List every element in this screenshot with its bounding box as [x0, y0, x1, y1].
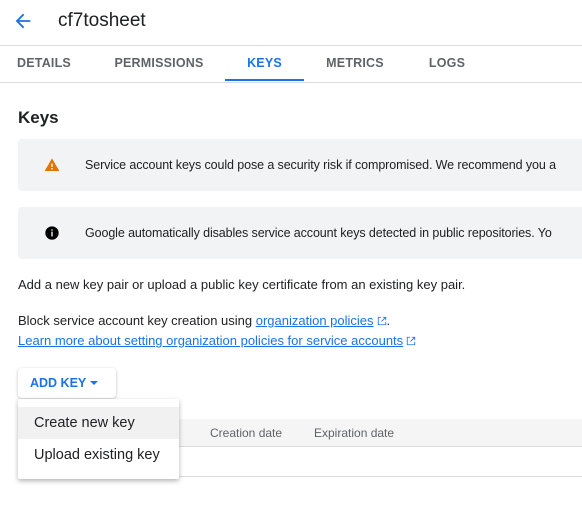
organization-policies-link[interactable]: organization policies	[256, 313, 374, 328]
tab-logs[interactable]: LOGS	[415, 46, 479, 81]
tab-keys[interactable]: KEYS	[225, 46, 304, 81]
policy-prefix: Block service account key creation using	[18, 313, 256, 328]
menu-item-create-new-key[interactable]: Create new key	[18, 407, 179, 439]
tab-bar: DETAILS PERMISSIONS KEYS METRICS LOGS	[0, 46, 582, 83]
menu-item-upload-existing-key[interactable]: Upload existing key	[18, 439, 179, 471]
arrow-back-icon[interactable]	[12, 10, 34, 32]
add-key-button[interactable]: ADD KEY	[18, 368, 116, 398]
tab-permissions[interactable]: PERMISSIONS	[100, 46, 218, 81]
learn-more-row: Learn more about setting organization po…	[18, 333, 416, 348]
info-icon	[45, 226, 59, 240]
caret-down-icon	[90, 381, 98, 385]
external-link-icon	[377, 316, 386, 326]
warning-text: Service account keys could pose a securi…	[85, 158, 556, 172]
policy-text: Block service account key creation using…	[18, 313, 390, 328]
header: cf7tosheet	[0, 0, 582, 46]
info-text: Google automatically disables service ac…	[85, 226, 552, 240]
column-expiration-date[interactable]: Expiration date	[314, 426, 394, 440]
page-title: cf7tosheet	[58, 10, 146, 31]
section-title: Keys	[18, 108, 59, 127]
tab-details[interactable]: DETAILS	[0, 46, 88, 81]
policy-suffix: .	[386, 313, 391, 328]
add-key-menu: Create new key Upload existing key	[18, 399, 179, 479]
learn-more-link[interactable]: Learn more about setting organization po…	[18, 333, 403, 348]
info-banner: Google automatically disables service ac…	[18, 207, 582, 259]
external-link-icon	[407, 336, 416, 346]
warning-banner: Service account keys could pose a securi…	[18, 139, 582, 191]
warning-icon	[44, 158, 60, 171]
description: Add a new key pair or upload a public ke…	[18, 277, 466, 292]
column-creation-date[interactable]: Creation date	[210, 426, 282, 440]
add-key-label: ADD KEY	[30, 376, 87, 390]
tab-metrics[interactable]: METRICS	[315, 46, 395, 81]
